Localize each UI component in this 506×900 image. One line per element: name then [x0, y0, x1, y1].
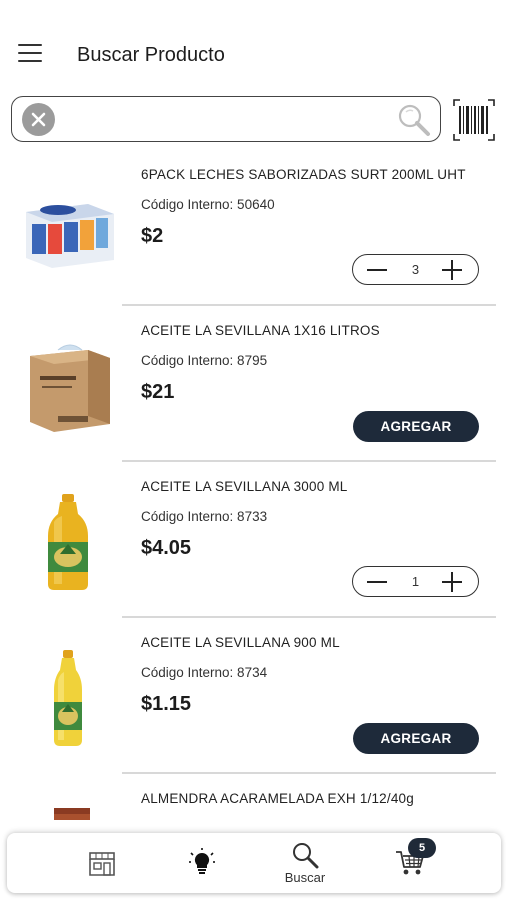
- product-name: ACEITE LA SEVILLANA 900 ML: [141, 635, 340, 650]
- product-image: [48, 494, 88, 590]
- product-item[interactable]: ACEITE LA SEVILLANA 900 ML Código Intern…: [0, 618, 506, 774]
- nav-search-label: Buscar: [284, 870, 326, 885]
- product-code: Código Interno: 50640: [141, 197, 275, 212]
- barcode-scan-icon[interactable]: [452, 98, 496, 142]
- product-image: [54, 650, 82, 746]
- product-image: [26, 204, 114, 268]
- product-item[interactable]: 6PACK LECHES SABORIZADAS SURT 200ML UHT …: [0, 150, 506, 306]
- product-price: $1.15: [141, 693, 192, 715]
- product-name: ACEITE LA SEVILLANA 1X16 LITROS: [141, 323, 380, 338]
- nav-store-button[interactable]: [77, 833, 127, 893]
- product-name: 6PACK LECHES SABORIZADAS SURT 200ML UHT: [141, 167, 466, 182]
- product-name: ACEITE LA SEVILLANA 3000 ML: [141, 479, 348, 494]
- quantity-stepper: 1: [352, 566, 479, 597]
- increase-button[interactable]: [442, 260, 462, 280]
- product-price: $21: [141, 381, 175, 403]
- quantity-stepper: 3: [352, 254, 479, 285]
- product-item[interactable]: ACEITE LA SEVILLANA 3000 ML Código Inter…: [0, 462, 506, 618]
- lightbulb-icon: [189, 848, 215, 874]
- search-bar: [11, 96, 441, 142]
- add-to-cart-button[interactable]: AGREGAR: [353, 411, 479, 442]
- increase-button[interactable]: [442, 572, 462, 592]
- search-input[interactable]: [64, 105, 384, 133]
- product-image: [30, 344, 110, 432]
- app-header: Buscar Producto: [0, 0, 506, 92]
- nav-search-button[interactable]: Buscar: [273, 833, 337, 893]
- menu-icon-line: [18, 52, 42, 54]
- store-icon: [89, 852, 115, 876]
- product-price: $2: [141, 225, 164, 247]
- product-item[interactable]: ACEITE LA SEVILLANA 1X16 LITROS Código I…: [0, 306, 506, 462]
- product-code: Código Interno: 8734: [141, 665, 268, 680]
- search-icon[interactable]: [396, 102, 432, 138]
- menu-icon-line: [18, 60, 42, 62]
- add-to-cart-button[interactable]: AGREGAR: [353, 723, 479, 754]
- page-title: Buscar Producto: [77, 44, 225, 66]
- product-code: Código Interno: 8733: [141, 509, 268, 524]
- product-price: $4.05: [141, 537, 192, 559]
- cart-count-badge: 5: [408, 838, 436, 858]
- nav-ideas-button[interactable]: [177, 833, 227, 893]
- product-code: Código Interno: 8795: [141, 353, 268, 368]
- clear-search-button[interactable]: [22, 103, 55, 136]
- search-icon: [293, 843, 319, 869]
- product-list: 6PACK LECHES SABORIZADAS SURT 200ML UHT …: [0, 150, 506, 900]
- menu-icon-line: [18, 44, 42, 46]
- menu-button[interactable]: [18, 44, 42, 64]
- close-icon: [31, 112, 46, 127]
- product-name: ALMENDRA ACARAMELADA EXH 1/12/40g: [141, 791, 414, 806]
